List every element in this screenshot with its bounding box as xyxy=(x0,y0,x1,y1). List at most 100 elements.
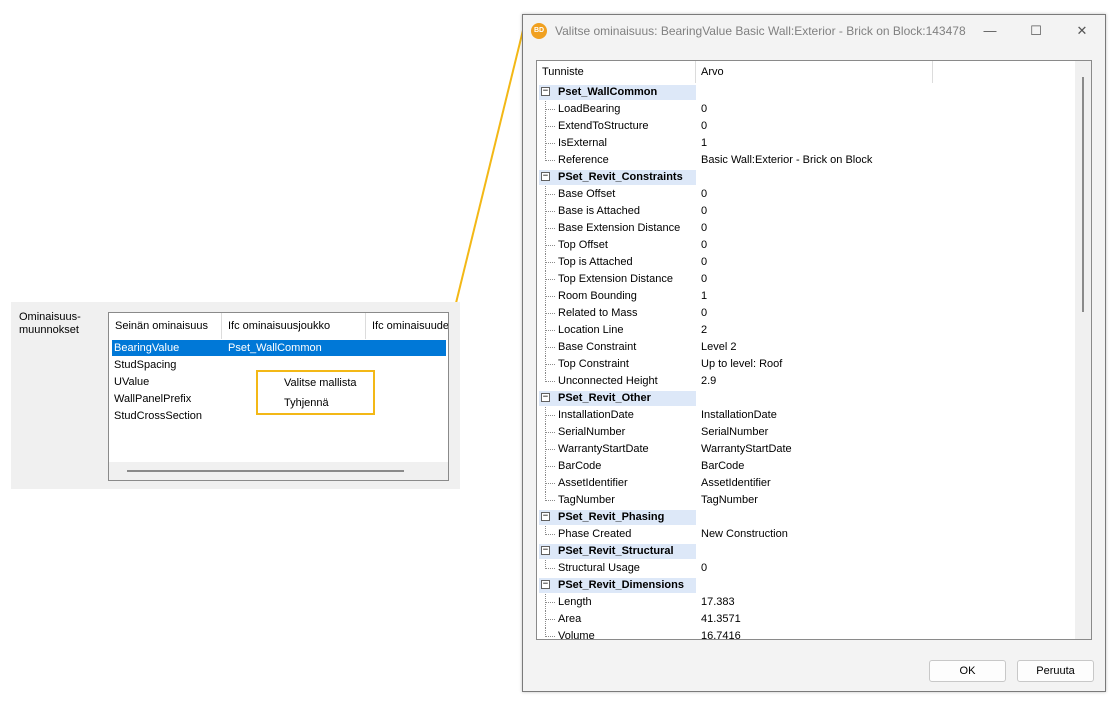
tree-item[interactable]: LoadBearing 0 xyxy=(537,101,1077,118)
horizontal-scroll-thumb[interactable] xyxy=(127,470,404,472)
column-header-value[interactable]: Arvo xyxy=(696,61,933,83)
tree-connector xyxy=(545,568,555,569)
collapse-toggle-icon[interactable]: − xyxy=(541,546,550,555)
tree-item[interactable]: InstallationDate InstallationDate xyxy=(537,407,1077,424)
tree-item[interactable]: Reference Basic Wall:Exterior - Brick on … xyxy=(537,152,1077,169)
tree-item[interactable]: Unconnected Height 2.9 xyxy=(537,373,1077,390)
tree-group[interactable]: − PSet_Revit_Dimensions xyxy=(537,577,1077,594)
tree-item[interactable]: Structural Usage 0 xyxy=(537,560,1077,577)
property-value: 0 xyxy=(701,188,708,200)
menu-item-select-from-model[interactable]: Valitse mallista xyxy=(284,374,357,392)
property-value: InstallationDate xyxy=(701,409,777,421)
tree-item[interactable]: Base Constraint Level 2 xyxy=(537,339,1077,356)
tree-group[interactable]: − PSet_Revit_Constraints xyxy=(537,169,1077,186)
tree-item[interactable]: IsExternal 1 xyxy=(537,135,1077,152)
tree-item[interactable]: Top Offset 0 xyxy=(537,237,1077,254)
tree-item[interactable]: Location Line 2 xyxy=(537,322,1077,339)
tree-connector xyxy=(545,126,555,127)
property-value: 2.9 xyxy=(701,375,717,387)
collapse-toggle-icon[interactable]: − xyxy=(541,87,550,96)
tree-group[interactable]: − PSet_Revit_Phasing xyxy=(537,509,1077,526)
row-property: StudCrossSection xyxy=(114,410,203,422)
property-name: Reference xyxy=(558,154,609,166)
tree-item[interactable]: Base Extension Distance 0 xyxy=(537,220,1077,237)
property-value: 0 xyxy=(701,239,708,251)
tree-item[interactable]: AssetIdentifier AssetIdentifier xyxy=(537,475,1077,492)
collapse-toggle-icon[interactable]: − xyxy=(541,580,550,589)
tree-item[interactable]: Base Offset 0 xyxy=(537,186,1077,203)
row-pset: Pset_WallCommon xyxy=(228,342,322,354)
tree-item[interactable]: Related to Mass 0 xyxy=(537,305,1077,322)
property-name: Room Bounding xyxy=(558,290,637,302)
cancel-button[interactable]: Peruuta xyxy=(1017,660,1094,682)
property-value: 16.7416 xyxy=(701,630,741,640)
horizontal-scrollbar[interactable] xyxy=(109,462,448,480)
ok-button[interactable]: OK xyxy=(929,660,1006,682)
tree-connector xyxy=(545,262,555,263)
property-name: Location Line xyxy=(558,324,624,336)
property-name: Base Extension Distance xyxy=(558,222,681,234)
vertical-scroll-thumb[interactable] xyxy=(1082,77,1084,312)
property-value: 0 xyxy=(701,205,708,217)
tree-item[interactable]: TagNumber TagNumber xyxy=(537,492,1077,509)
collapse-toggle-icon[interactable]: − xyxy=(541,512,550,521)
tree-connector xyxy=(545,534,555,535)
tree-item[interactable]: SerialNumber SerialNumber xyxy=(537,424,1077,441)
group-name: PSet_Revit_Dimensions xyxy=(558,579,684,591)
table-row[interactable]: BearingValue Pset_WallCommon xyxy=(112,340,446,356)
menu-item-clear[interactable]: Tyhjennä xyxy=(284,394,329,412)
tree-item[interactable]: Area 41.3571 xyxy=(537,611,1077,628)
tree-connector xyxy=(545,245,555,246)
tree-item[interactable]: Base is Attached 0 xyxy=(537,203,1077,220)
tree-connector xyxy=(545,160,555,161)
minimize-button[interactable]: — xyxy=(967,15,1013,47)
column-header-ifc-property[interactable]: Ifc ominaisuude xyxy=(366,313,448,339)
property-name: LoadBearing xyxy=(558,103,621,115)
panel-label: Ominaisuus- muunnokset xyxy=(19,311,81,336)
property-value: Basic Wall:Exterior - Brick on Block xyxy=(701,154,873,166)
property-value: 0 xyxy=(701,273,708,285)
property-value: TagNumber xyxy=(701,494,758,506)
property-name: Phase Created xyxy=(558,528,632,540)
collapse-toggle-icon[interactable]: − xyxy=(541,172,550,181)
tree-item[interactable]: WarrantyStartDate WarrantyStartDate xyxy=(537,441,1077,458)
row-property: WallPanelPrefix xyxy=(114,393,192,405)
close-button[interactable]: ✕ xyxy=(1059,15,1105,47)
property-value: 17.383 xyxy=(701,596,735,608)
property-value: 0 xyxy=(701,562,708,574)
collapse-toggle-icon[interactable]: − xyxy=(541,393,550,402)
property-value: 41.3571 xyxy=(701,613,741,625)
tree-item[interactable]: Phase Created New Construction xyxy=(537,526,1077,543)
tree-item[interactable]: Top Constraint Up to level: Roof xyxy=(537,356,1077,373)
grid-header: Seinän ominaisuus Ifc ominaisuusjoukko I… xyxy=(109,313,448,339)
property-tree[interactable]: Tunniste Arvo − Pset_WallCommon LoadBearin… xyxy=(536,60,1092,640)
property-name: TagNumber xyxy=(558,494,615,506)
tree-item[interactable]: Length 17.383 xyxy=(537,594,1077,611)
property-name: Top Offset xyxy=(558,239,608,251)
property-name: Length xyxy=(558,596,592,608)
property-value: WarrantyStartDate xyxy=(701,443,792,455)
row-property: UValue xyxy=(114,376,150,388)
property-name: Top Extension Distance xyxy=(558,273,673,285)
property-name: Top is Attached xyxy=(558,256,633,268)
maximize-button[interactable]: ☐ xyxy=(1013,15,1059,47)
column-header-ifc-pset[interactable]: Ifc ominaisuusjoukko xyxy=(222,313,366,339)
group-name: PSet_Revit_Structural xyxy=(558,545,674,557)
column-header-identifier[interactable]: Tunniste xyxy=(537,61,696,83)
tree-group[interactable]: − PSet_Revit_Other xyxy=(537,390,1077,407)
tree-item[interactable]: Volume 16.7416 xyxy=(537,628,1077,640)
tree-connector xyxy=(545,381,555,382)
tree-group[interactable]: − Pset_WallCommon xyxy=(537,84,1077,101)
tree-group[interactable]: − PSet_Revit_Structural xyxy=(537,543,1077,560)
property-value: Up to level: Roof xyxy=(701,358,783,370)
tree-item[interactable]: Top is Attached 0 xyxy=(537,254,1077,271)
tree-item[interactable]: BarCode BarCode xyxy=(537,458,1077,475)
title-bar[interactable]: BD Valitse ominaisuus: BearingValue Basi… xyxy=(523,15,1105,47)
property-name: Base Offset xyxy=(558,188,616,200)
vertical-scrollbar[interactable] xyxy=(1075,61,1091,639)
tree-item[interactable]: Room Bounding 1 xyxy=(537,288,1077,305)
column-header-wall-property[interactable]: Seinän ominaisuus xyxy=(109,313,222,339)
tree-item[interactable]: ExtendToStructure 0 xyxy=(537,118,1077,135)
tree-item[interactable]: Top Extension Distance 0 xyxy=(537,271,1077,288)
tree-connector xyxy=(545,279,555,280)
